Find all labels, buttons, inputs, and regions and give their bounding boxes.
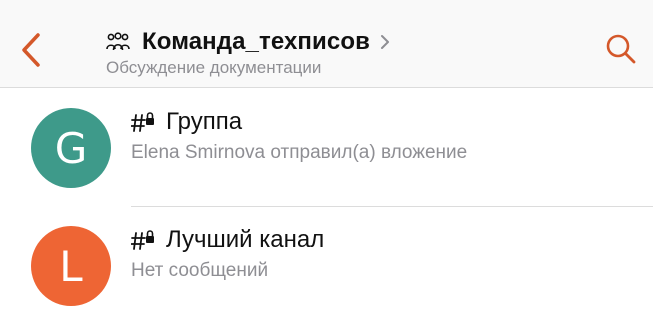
channel-row-best-channel[interactable]: L Лучший канал Нет сообщений	[0, 216, 653, 318]
chevron-left-icon	[22, 33, 40, 67]
private-channel-icon	[131, 111, 155, 133]
channel-subtitle: Обсуждение документации	[106, 58, 322, 77]
team-icon	[106, 31, 130, 53]
private-channel-icon	[131, 229, 155, 251]
channel-row-gruppa[interactable]: G Группа Elena Smirnova отправил(а) влож…	[0, 98, 653, 206]
search-icon	[606, 34, 636, 64]
title-row[interactable]: Команда_техписов	[106, 27, 576, 57]
avatar: G	[31, 108, 111, 188]
channel-name: Лучший канал	[166, 226, 325, 253]
channel-last-message: Нет сообщений	[131, 260, 269, 281]
channel-title: Команда_техписов	[142, 28, 370, 55]
channel-row-text: Группа Elena Smirnova отправил(а) вложен…	[131, 106, 641, 164]
channel-last-message: Elena Smirnova отправил(а) вложение	[131, 142, 468, 163]
search-button[interactable]	[600, 28, 642, 70]
chevron-right-icon	[380, 34, 390, 50]
channel-name: Группа	[166, 108, 243, 135]
channel-row-title: Группа	[131, 106, 641, 138]
channel-row-title: Лучший канал	[131, 224, 641, 256]
back-button[interactable]	[14, 30, 48, 70]
row-separator	[131, 206, 653, 207]
channel-row-text: Лучший канал Нет сообщений	[131, 224, 641, 282]
avatar: L	[31, 226, 111, 306]
header-bar: Команда_техписов Обсуждение документации	[0, 0, 653, 88]
header-title-block[interactable]: Команда_техписов Обсуждение документации	[106, 27, 576, 78]
